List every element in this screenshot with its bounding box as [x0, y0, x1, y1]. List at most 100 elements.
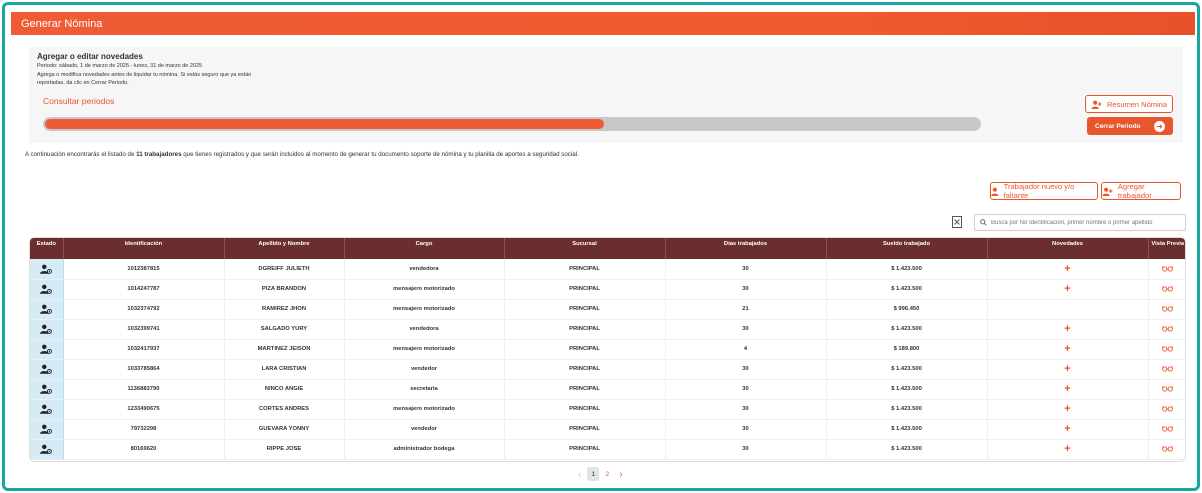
plus-icon[interactable]: + [1064, 403, 1070, 415]
days-cell: 30 [665, 399, 827, 419]
days-cell: 30 [665, 439, 827, 459]
days-cell: 30 [665, 359, 827, 379]
cargo-cell: mensajero motorizado [344, 399, 505, 419]
id-cell: 1032417937 [63, 339, 225, 359]
sucursal-cell: PRINCIPAL [504, 339, 666, 359]
page-header: Generar Nómina [11, 12, 1195, 35]
id-cell: 80169620 [63, 439, 225, 459]
new-worker-button[interactable]: Trabajador nuevo y/o faltante [990, 182, 1098, 200]
chevron-right-icon[interactable]: › [619, 469, 622, 480]
new-worker-label: Trabajador nuevo y/o faltante [1003, 182, 1075, 200]
summary-button-label: Resumen Nómina [1106, 99, 1168, 109]
table-row: 1014247787 PIZA BRANDON mensajero motoriza… [30, 279, 1185, 299]
worker-status-cell[interactable] [30, 379, 64, 399]
workers-info-text: A continuación encontrarás el listado de… [25, 151, 579, 158]
table-row: 1032417937 MARTINEZ JEISON mensajero motor… [30, 339, 1185, 359]
table-header-row: Estado Identificación Apellido y Nombre Car… [30, 238, 1185, 259]
user-settings-icon [40, 424, 53, 434]
preview-cell[interactable] [1148, 299, 1185, 319]
preview-cell[interactable] [1148, 319, 1185, 339]
glasses-icon [1162, 446, 1173, 453]
page-2-button[interactable]: 2 [601, 467, 613, 481]
worker-status-cell[interactable] [30, 299, 64, 319]
plus-icon[interactable]: + [1064, 283, 1070, 295]
plus-icon[interactable]: + [1064, 323, 1070, 335]
worker-status-cell[interactable] [30, 319, 64, 339]
glasses-icon [1162, 286, 1173, 293]
close-period-button[interactable]: Cerrar Periodo ➜ [1087, 117, 1173, 135]
days-cell: 30 [665, 419, 827, 439]
user-settings-icon [40, 284, 53, 294]
salary-cell: $ 1.423.500 [826, 359, 988, 379]
column-header: Sucursal [504, 238, 666, 259]
period-progress-fill [45, 119, 604, 129]
column-header: Vista Previa [1151, 241, 1185, 247]
novelties-cell: + [987, 419, 1149, 439]
name-cell: LARA CRISTIAN [224, 359, 345, 379]
worker-status-cell[interactable] [30, 419, 64, 439]
table-row: 1032374792 RAMIREZ JHON mensajero motoriza… [30, 299, 1185, 319]
summary-button[interactable]: Resumen Nómina [1085, 95, 1173, 113]
period-panel: Agregar o editar novedades Periodo: sába… [29, 47, 1183, 143]
table-row: 1033785864 LARA CRISTIAN vendedor PRINCIPAL… [30, 359, 1185, 379]
id-cell: 1014247787 [63, 279, 225, 299]
preview-cell[interactable] [1148, 279, 1185, 299]
period-title: Agregar o editar novedades [37, 52, 143, 61]
user-plus-icon [1102, 187, 1113, 196]
name-cell: CORTES ANDRES [224, 399, 345, 419]
preview-cell[interactable] [1148, 399, 1185, 419]
salary-cell: $ 1.423.500 [826, 439, 988, 459]
close-period-label: Cerrar Periodo [1095, 122, 1141, 130]
preview-cell[interactable] [1148, 419, 1185, 439]
days-cell: 30 [665, 379, 827, 399]
search-input[interactable] [991, 219, 1181, 226]
id-cell: 1233490675 [63, 399, 225, 419]
cargo-cell: vendedor [344, 359, 505, 379]
preview-cell[interactable] [1148, 259, 1185, 279]
novelties-cell: + [987, 319, 1149, 339]
worker-status-cell[interactable] [30, 279, 64, 299]
worker-status-cell[interactable] [30, 439, 64, 459]
user-settings-icon [40, 384, 53, 394]
cargo-cell: mensajero motorizado [344, 339, 505, 359]
preview-cell[interactable] [1148, 379, 1185, 399]
novelties-cell: + [987, 359, 1149, 379]
worker-status-cell[interactable] [30, 399, 64, 419]
glasses-icon [1162, 326, 1173, 333]
column-header: Días trabajados [665, 238, 827, 259]
worker-status-cell[interactable] [30, 259, 64, 279]
name-cell: DGREIFF JULIETH [224, 259, 345, 279]
preview-cell[interactable] [1148, 339, 1185, 359]
pagination: ‹ 12 › [578, 467, 623, 481]
column-header: Estado [30, 238, 64, 259]
sucursal-cell: PRINCIPAL [504, 279, 666, 299]
chevron-left-icon[interactable]: ‹ [578, 469, 581, 480]
cargo-cell: secretaria [344, 379, 505, 399]
plus-icon[interactable]: + [1064, 343, 1070, 355]
novelties-cell: + [987, 259, 1149, 279]
novelties-cell: + [987, 339, 1149, 359]
export-excel-icon[interactable] [952, 216, 962, 228]
plus-icon[interactable]: + [1064, 383, 1070, 395]
glasses-icon [1162, 406, 1173, 413]
worker-status-cell[interactable] [30, 359, 64, 379]
consult-periods-link[interactable]: Consultar periodos [43, 96, 114, 106]
sucursal-cell: PRINCIPAL [504, 439, 666, 459]
add-worker-button[interactable]: Agregar trabajador [1101, 182, 1181, 200]
worker-status-cell[interactable] [30, 339, 64, 359]
plus-icon[interactable]: + [1064, 363, 1070, 375]
id-cell: 1012387815 [63, 259, 225, 279]
plus-icon[interactable]: + [1064, 443, 1070, 455]
preview-cell[interactable] [1148, 359, 1185, 379]
plus-icon[interactable]: + [1064, 423, 1070, 435]
app-frame: Generar Nómina Agregar o editar novedade… [2, 2, 1200, 491]
column-header: Identificación [63, 238, 225, 259]
plus-icon[interactable]: + [1064, 263, 1070, 275]
days-cell: 21 [665, 299, 827, 319]
novelties-cell: + [987, 279, 1149, 299]
column-header: Sueldo trabajado [826, 238, 988, 259]
salary-cell: $ 996.450 [826, 299, 988, 319]
page-1-button[interactable]: 1 [587, 467, 600, 481]
id-cell: 79732298 [63, 419, 225, 439]
preview-cell[interactable] [1148, 439, 1185, 459]
